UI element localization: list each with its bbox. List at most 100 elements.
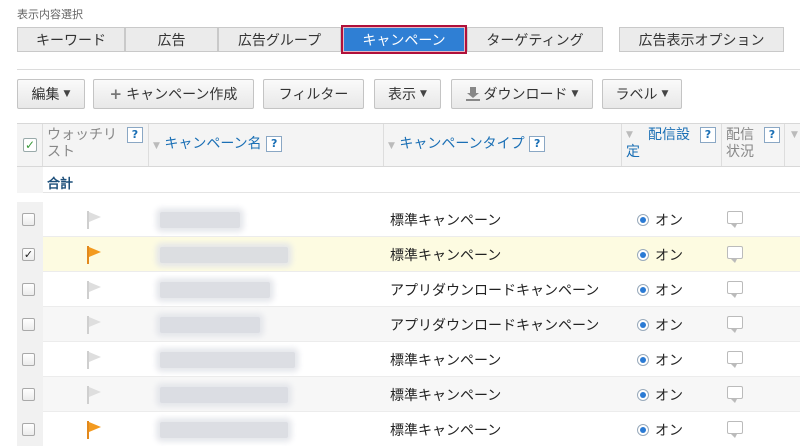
status-radio[interactable] <box>637 389 649 401</box>
row-checkbox[interactable]: ✓ <box>22 248 35 261</box>
help-icon[interactable]: ? <box>764 127 780 143</box>
comment-icon[interactable] <box>727 246 743 263</box>
tab-ad-groups[interactable]: 広告グループ <box>218 27 341 52</box>
status-radio[interactable] <box>637 284 649 296</box>
campaign-type: アプリダウンロードキャンペーン <box>390 318 600 334</box>
status-radio[interactable] <box>637 214 649 226</box>
watch-flag-icon[interactable] <box>86 246 102 264</box>
tab-campaigns[interactable]: キャンペーン <box>341 25 467 54</box>
help-icon[interactable]: ? <box>700 127 716 143</box>
delivery-setting-value: オン <box>655 213 683 229</box>
total-row: 合計 <box>17 167 800 193</box>
campaign-type: 標準キャンペーン <box>390 423 502 439</box>
header-select-all: ✓ <box>17 124 43 166</box>
campaign-type: アプリダウンロードキャンペーン <box>390 283 600 299</box>
row-checkbox[interactable] <box>22 213 35 226</box>
campaign-name-redacted[interactable] <box>160 352 295 368</box>
comment-icon[interactable] <box>727 386 743 403</box>
sort-icon: ▼ <box>388 141 395 151</box>
row-checkbox[interactable] <box>22 388 35 401</box>
comment-icon[interactable] <box>727 351 743 368</box>
campaign-type: 標準キャンペーン <box>390 248 502 264</box>
select-all-checkbox[interactable]: ✓ <box>23 138 37 152</box>
table-row[interactable]: 標準キャンペーン オン <box>17 377 800 412</box>
status-radio[interactable] <box>637 249 649 261</box>
watch-flag-icon[interactable] <box>86 281 102 299</box>
header-more-column[interactable]: ▼ <box>785 124 800 166</box>
watch-flag-icon[interactable] <box>86 211 102 229</box>
header-delivery-setting[interactable]: ▼ 配信設定 ? <box>622 124 722 166</box>
campaign-name-header-label: キャンペーン名 <box>164 136 262 152</box>
row-checkbox[interactable] <box>22 423 35 436</box>
label-button[interactable]: ラベル ▼ <box>602 79 682 109</box>
table-row[interactable]: 標準キャンペーン オン <box>17 342 800 377</box>
delivery-setting-value: オン <box>655 388 683 404</box>
create-campaign-label: キャンペーン作成 <box>126 87 238 103</box>
download-icon <box>465 87 480 101</box>
comment-icon[interactable] <box>727 316 743 333</box>
delivery-setting-value: オン <box>655 353 683 369</box>
download-button[interactable]: ダウンロード ▼ <box>451 79 593 109</box>
watch-flag-icon[interactable] <box>86 421 102 439</box>
watch-flag-icon[interactable] <box>86 316 102 334</box>
plus-icon: + <box>109 85 123 103</box>
total-label: 合計 <box>47 177 74 192</box>
tab-ad-extensions[interactable]: 広告表示オプション <box>619 27 784 52</box>
table-row[interactable]: アプリダウンロードキャンペーン オン <box>17 272 800 307</box>
filter-button[interactable]: フィルター <box>263 79 364 109</box>
tab-ads[interactable]: 広告 <box>125 27 218 52</box>
campaign-name-redacted[interactable] <box>160 247 288 263</box>
status-radio[interactable] <box>637 424 649 436</box>
table-header: ✓ ウォッチリスト ? ▼ キャンペーン名 ? ▼ キャンペーンタイプ ? ▼ … <box>17 123 800 167</box>
watch-flag-icon[interactable] <box>86 351 102 369</box>
delivery-setting-value: オン <box>655 248 683 264</box>
header-delivery-status[interactable]: 配信状況 ? <box>722 124 785 166</box>
comment-icon[interactable] <box>727 421 743 438</box>
create-campaign-button[interactable]: + キャンペーン作成 <box>93 79 254 109</box>
campaign-name-redacted[interactable] <box>160 387 288 403</box>
watch-list-header-label: ウォッチリスト <box>47 127 117 160</box>
chevron-down-icon: ▼ <box>661 89 669 99</box>
row-checkbox[interactable] <box>22 318 35 331</box>
status-radio[interactable] <box>637 319 649 331</box>
edit-button[interactable]: 編集 ▼ <box>17 79 85 109</box>
edit-button-label: 編集 <box>31 87 60 103</box>
table-row[interactable]: アプリダウンロードキャンペーン オン <box>17 307 800 342</box>
chevron-down-icon: ▼ <box>571 89 579 99</box>
header-watch-list[interactable]: ウォッチリスト ? <box>43 124 149 166</box>
help-icon[interactable]: ? <box>127 127 143 143</box>
help-icon[interactable]: ? <box>266 136 283 152</box>
campaign-name-redacted[interactable] <box>160 317 260 333</box>
campaign-name-redacted[interactable] <box>160 282 270 298</box>
comment-icon[interactable] <box>727 211 743 228</box>
sort-icon: ▼ <box>153 141 160 151</box>
delivery-status-header-label: 配信状況 <box>726 127 754 160</box>
table-row[interactable]: ✓ 標準キャンペーン オン <box>17 237 800 272</box>
campaign-type: 標準キャンペーン <box>390 353 502 369</box>
row-checkbox[interactable] <box>22 353 35 366</box>
display-button[interactable]: 表示 ▼ <box>374 79 441 109</box>
table-row[interactable]: 標準キャンペーン オン <box>17 202 800 237</box>
table-row[interactable]: 標準キャンペーン オン <box>17 412 800 446</box>
download-button-label: ダウンロード <box>483 87 568 103</box>
chevron-down-icon: ▼ <box>63 89 71 99</box>
delivery-setting-header-label: 配信設定 <box>626 127 690 160</box>
header-campaign-name[interactable]: ▼ キャンペーン名 ? <box>149 124 384 166</box>
sort-icon: ▼ <box>791 130 798 140</box>
toolbar: 編集 ▼ + キャンペーン作成 フィルター 表示 ▼ ダウンロード ▼ ラベル … <box>17 79 800 109</box>
row-checkbox[interactable] <box>22 283 35 296</box>
header-campaign-type[interactable]: ▼ キャンペーンタイプ ? <box>384 124 622 166</box>
tab-keyword[interactable]: キーワード <box>17 27 125 52</box>
help-icon[interactable]: ? <box>529 136 546 152</box>
display-button-label: 表示 <box>388 87 417 103</box>
campaign-type-header-label: キャンペーンタイプ <box>399 136 525 152</box>
campaign-type: 標準キャンペーン <box>390 213 502 229</box>
campaign-type: 標準キャンペーン <box>390 388 502 404</box>
campaign-name-redacted[interactable] <box>160 212 240 228</box>
delivery-setting-value: オン <box>655 318 683 334</box>
comment-icon[interactable] <box>727 281 743 298</box>
status-radio[interactable] <box>637 354 649 366</box>
watch-flag-icon[interactable] <box>86 386 102 404</box>
tab-targeting[interactable]: ターゲティング <box>467 27 603 52</box>
campaign-name-redacted[interactable] <box>160 422 288 438</box>
